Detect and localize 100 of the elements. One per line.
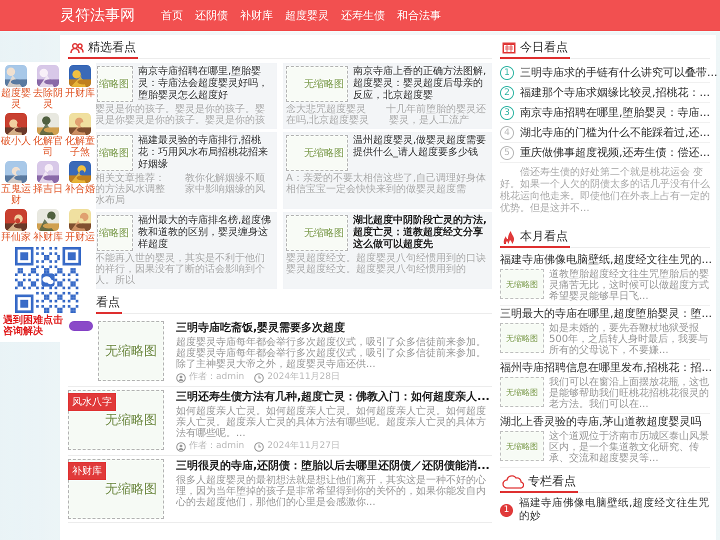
- nav-link[interactable]: 超度婴灵: [285, 8, 329, 23]
- author-label: 作者：admin: [189, 372, 244, 383]
- app-label[interactable]: 超度婴灵: [0, 88, 32, 110]
- placeholder-text: 无缩略图: [304, 78, 344, 91]
- nav-link[interactable]: 还寿生债: [341, 8, 385, 23]
- thumbnail-frame[interactable]: 无缩略图: [500, 377, 544, 407]
- category-tag[interactable]: 风水八字: [68, 393, 116, 411]
- app-label[interactable]: 破小人: [0, 136, 32, 147]
- clock-icon: [254, 442, 264, 452]
- qr-code[interactable]: [15, 247, 81, 313]
- article-link[interactable]: 福州寺庙招聘信息在哪里发布,招桃花：招...: [500, 361, 710, 375]
- placeholder-text: 缩略图: [99, 78, 129, 91]
- calendar-icon: [502, 42, 516, 54]
- thumbnail-frame[interactable]: 无缩略图: [286, 215, 348, 251]
- article-title[interactable]: 三明还寿生债方法有几种,超度亡灵：佛教入门：如何超度亲人...: [176, 390, 492, 404]
- section-title: 看点: [96, 295, 120, 310]
- article-excerpt: 道教堕胎超度经文往生咒堕胎后的婴灵痛苦无比，这时候可以做超度方式希望婴灵能够早日飞...: [549, 269, 710, 302]
- app-label[interactable]: 补合婚: [64, 184, 96, 195]
- rank-number: 3: [500, 106, 514, 120]
- app-label[interactable]: 化解官司: [32, 136, 64, 158]
- thumbnail-frame[interactable]: 无缩略图: [500, 431, 544, 461]
- featured-title[interactable]: 南京寺庙上香的正确方法图解,超度婴灵：婴灵超度后母亲的反应，北京超度婴: [353, 66, 489, 102]
- contact-notice: 遇到困难点击咨询解决: [3, 315, 64, 337]
- thumbnail-frame[interactable]: 缩略图: [97, 135, 133, 171]
- user-icon: [176, 372, 186, 382]
- featured-title[interactable]: 湖北超度中阴阶段亡灵的方法,超度亡灵：道教超度经文分享这么做可以超度先: [353, 215, 489, 251]
- thumbnail-frame[interactable]: 补财库 无缩略图: [68, 459, 164, 519]
- people-icon: [70, 42, 84, 54]
- app-label[interactable]: 五鬼运财: [0, 184, 32, 206]
- featured-title[interactable]: 温州超度婴灵,做婴灵超度需要提供什么_请人超度要多少钱: [353, 135, 489, 171]
- site-logo[interactable]: 灵符法事网: [60, 6, 135, 25]
- placeholder-text: 无缩略图: [506, 386, 538, 398]
- section-title: 本月看点: [520, 229, 568, 244]
- featured-excerpt: 婴灵是你的孩子。婴灵是你的孩子。婴灵是你婴灵是你的孩子。婴灵是你的孩: [95, 104, 266, 126]
- clock-icon: [254, 372, 264, 382]
- section-title: 专栏看点: [528, 474, 576, 489]
- article-title[interactable]: 三明很灵的寺庙,还阴债：堕胎以后去哪里还阴债／还阴债能消...: [176, 459, 492, 473]
- nav-link[interactable]: 还阴债: [195, 8, 228, 23]
- article-link[interactable]: 福建寺庙佛像电脑壁纸,超度经文往生咒的...: [500, 253, 710, 267]
- add-friend-button[interactable]: [69, 321, 93, 331]
- article-link[interactable]: 福建寺庙佛像电脑壁纸,超度经文往生咒的妙: [519, 497, 710, 523]
- thumbnail-frame[interactable]: 缩略图: [97, 66, 133, 102]
- article-excerpt: 这个道观位于济南市历城区泰山风景区内，是一个集道教文化研究、传承、交流和超度婴灵等...: [549, 431, 710, 464]
- headline-link[interactable]: 重庆做佛事超度视频,还寿生债：偿还...: [520, 145, 710, 160]
- placeholder-text: 无缩略图: [506, 278, 538, 290]
- user-icon: [176, 442, 186, 452]
- article-excerpt: 很多人超度婴灵的最初想法就是想让他们离开，其实这是一种不好的心理，因为当年堕掉的孩子是非常希望得到你的关怀的，如果你能发自内心的去超度他们，那他们的心里是会感激你...: [176, 475, 487, 508]
- app-label[interactable]: 化解童子煞: [64, 136, 96, 158]
- headline-link[interactable]: 湖北寺庙的门槛为什么不能踩着过,还...: [520, 125, 710, 140]
- rank-number: 5: [500, 146, 514, 160]
- app-label[interactable]: 开财库: [64, 88, 96, 99]
- placeholder-text: 无缩略图: [105, 412, 157, 429]
- headline-link[interactable]: 三明寺庙求的手链有什么讲究可以叠带...: [520, 65, 718, 80]
- featured-title[interactable]: 南京寺庙招聘在哪里,堕胎婴灵：寺庙法会超度婴灵好吗，堕胎婴灵怎么超度好: [138, 66, 274, 102]
- placeholder-text: 无缩略图: [506, 332, 538, 344]
- app-label[interactable]: 去除阴灵: [32, 88, 64, 110]
- thumbnail-frame[interactable]: 无缩略图: [286, 66, 348, 102]
- app-label[interactable]: 补财库: [32, 232, 64, 243]
- thumbnail-frame[interactable]: 缩略图: [97, 215, 133, 251]
- article-excerpt: 超度婴灵寺庙每年都会举行多次超度仪式，吸引了众多信徒前来参加。超度婴灵寺庙每年都会举行多次超度仪式，吸引了众多信徒前来参加。除了主神婴灵大帝之外，超度婴灵寺庙还供...: [176, 337, 487, 370]
- app-label[interactable]: 开财运: [64, 232, 96, 243]
- featured-title[interactable]: 福州最大的寺庙排名榜,超度佛教和道教的区别，婴灵缠身这样超度: [138, 215, 274, 251]
- thumbnail-frame[interactable]: 无缩略图: [500, 323, 544, 353]
- featured-excerpt: 念大悲咒超度婴灵 十几年前堕胎的婴灵还在吗,北京超度婴灵 婴灵，是人工流产: [286, 104, 487, 126]
- flame-icon: [502, 230, 516, 244]
- placeholder-text: 无缩略图: [304, 226, 344, 240]
- category-tag[interactable]: 补财库: [68, 462, 106, 480]
- nav-link[interactable]: 补财库: [240, 8, 273, 23]
- date-label: 2024年11月27日: [267, 441, 340, 452]
- thumbnail-frame[interactable]: 无缩略图: [286, 135, 348, 171]
- nav-link[interactable]: 首页: [161, 8, 183, 23]
- app-label[interactable]: 择吉日: [32, 184, 64, 195]
- thumbnail-frame[interactable]: 风水八字 无缩略图: [68, 390, 164, 450]
- headline-link[interactable]: 福建那个寺庙求姻缘比较灵,招桃花：...: [520, 85, 710, 100]
- featured-excerpt: A：亲爱的不要太相信这些了,自己调理好身体相信宝宝一定会快快来到的做婴灵超度需: [286, 173, 488, 195]
- article-link[interactable]: 湖北上香灵验的寺庙,茅山道教超度婴灵吗: [500, 415, 710, 429]
- placeholder-text: 无缩略图: [105, 343, 157, 360]
- article-link[interactable]: 三明最大的寺庙在哪里,超度堕胎婴灵：堕...: [500, 307, 710, 321]
- app-label[interactable]: 拜仙家: [0, 232, 32, 243]
- placeholder-text: 无缩略图: [506, 440, 538, 452]
- thumbnail-frame[interactable]: 无缩略图: [500, 269, 544, 299]
- cloud-icon: [502, 474, 524, 488]
- rank-number: 1: [500, 504, 513, 516]
- date-label: 2024年11月28日: [267, 372, 340, 383]
- section-title: 今日看点: [520, 40, 568, 55]
- placeholder-text: 无缩略图: [105, 481, 157, 498]
- thumbnail-frame[interactable]: 无缩略图: [98, 321, 164, 381]
- article-excerpt: 如何超度亲人亡灵。如何超度亲人亡灵。如何超度亲人亡灵。如何超度亲人亡灵。超度亲人亡灵的具体方法有哪些呢。超度亲人亡灵的具体方法有哪些呢。...: [176, 406, 487, 439]
- featured-excerpt: 婴灵超度经文。超度婴灵八句经惯用到的口诀婴灵超度经文。超度婴灵八句经惯用到的: [286, 253, 487, 275]
- placeholder-text: 缩略图: [99, 146, 129, 160]
- featured-title[interactable]: 福建最灵验的寺庙排行,招桃花：巧用风水布局招桃花招来好姻缘: [138, 135, 274, 171]
- rank-number: 4: [500, 126, 514, 140]
- nav-link[interactable]: 和合法事: [397, 8, 441, 23]
- rank-number: 1: [500, 66, 514, 80]
- headline-link[interactable]: 南京寺庙招聘在哪里,堕胎婴灵：寺庙...: [520, 105, 710, 120]
- rank-number: 2: [500, 86, 514, 100]
- summary-text: 偿还寿生债的好处第二个就是桃花运会 变好。如果一个人欠的阴债太多的话几乎没有什么桃花运向他走来。即使他们在外表上占有一定的优势。但是这并不...: [500, 167, 710, 215]
- section-title: 精选看点: [88, 40, 136, 55]
- article-title[interactable]: 三明寺庙吃斋饭,婴灵需要多次超度: [176, 321, 492, 335]
- placeholder-text: 缩略图: [99, 226, 129, 240]
